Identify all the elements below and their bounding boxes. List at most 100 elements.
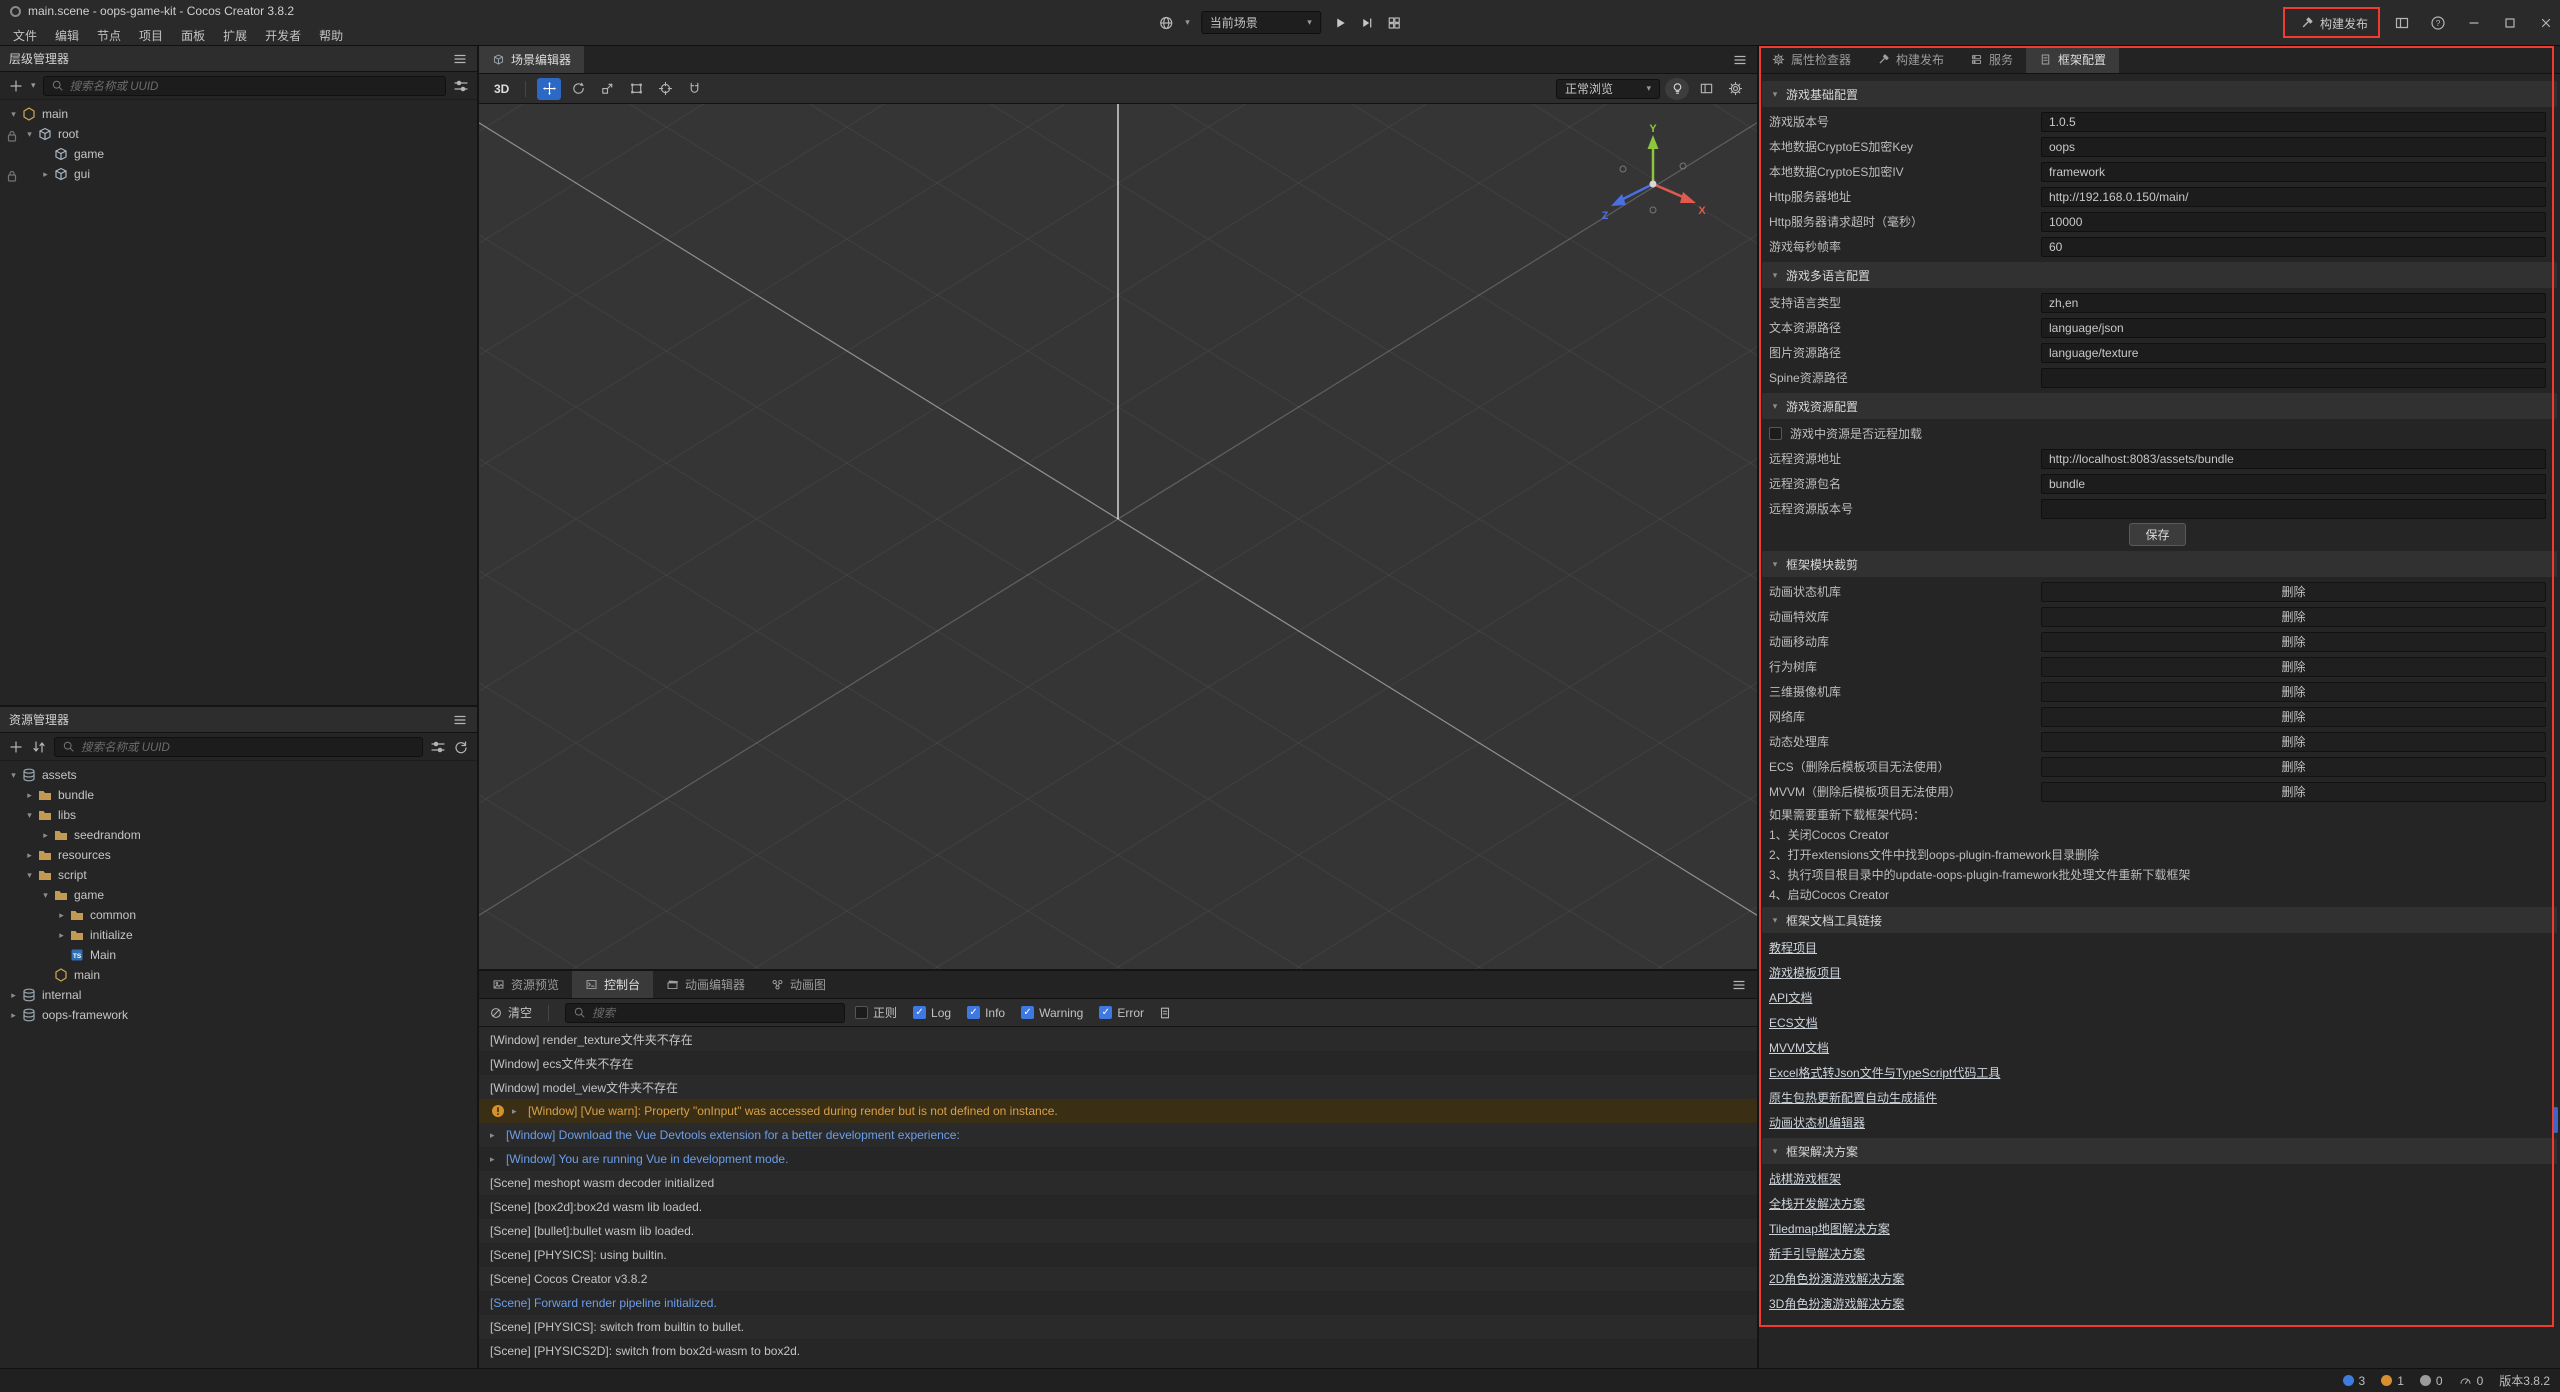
expand-arrow[interactable]: ▸ — [22, 850, 37, 861]
log-row-5[interactable]: ▸[Window] You are running Vue in develop… — [479, 1147, 1757, 1171]
expand-arrow[interactable]: ▸ — [512, 1106, 522, 1117]
log-row-13[interactable]: [Scene] [PHYSICS2D]: switch from box2d-w… — [479, 1339, 1757, 1363]
preview-target-caret[interactable]: ▾ — [1185, 17, 1190, 28]
delete-button[interactable]: 删除 — [2041, 707, 2546, 727]
section-框架模块裁剪[interactable]: ▾框架模块裁剪 — [1762, 551, 2557, 577]
collapse-arrow[interactable]: ▾ — [1770, 559, 1780, 570]
field-input[interactable]: 60 — [2041, 237, 2546, 257]
section-游戏基础配置[interactable]: ▾游戏基础配置 — [1762, 81, 2557, 107]
asset-item-assets[interactable]: ▾assets — [0, 765, 477, 785]
asset-item-oops-framework[interactable]: ▸oops-framework — [0, 1005, 477, 1025]
lighting-toggle[interactable] — [1665, 78, 1689, 100]
minimize-button[interactable] — [2466, 15, 2482, 31]
preview-target-icon[interactable] — [1158, 15, 1174, 31]
snap-tool-icon[interactable] — [682, 78, 706, 100]
delete-button[interactable]: 删除 — [2041, 757, 2546, 777]
asset-item-Main[interactable]: TSMain — [0, 945, 477, 965]
log-row-8[interactable]: [Scene] [bullet]:bullet wasm lib loaded. — [479, 1219, 1757, 1243]
sort-assets-icon[interactable] — [31, 739, 47, 755]
link-教程项目[interactable]: 教程项目 — [1759, 935, 2560, 960]
link-原生包热更新配置自动生成插件[interactable]: 原生包热更新配置自动生成插件 — [1759, 1085, 2560, 1110]
asset-item-common[interactable]: ▸common — [0, 905, 477, 925]
export-log-icon[interactable] — [1158, 1006, 1172, 1020]
hierarchy-search-input[interactable]: 搜索名称或 UUID — [43, 76, 446, 96]
expand-arrow[interactable]: ▸ — [6, 990, 21, 1001]
delete-button[interactable]: 删除 — [2041, 657, 2546, 677]
field-input[interactable] — [2041, 368, 2546, 388]
move-tool-icon[interactable] — [537, 78, 561, 100]
tab-动画编辑器[interactable]: 动画编辑器 — [653, 971, 758, 998]
scene-panel-menu-icon[interactable] — [1732, 52, 1748, 68]
delete-button[interactable]: 删除 — [2041, 582, 2546, 602]
field-input[interactable]: oops — [2041, 137, 2546, 157]
layout-panel-icon[interactable] — [2394, 15, 2410, 31]
filter-Info[interactable]: Info — [967, 1006, 1005, 1020]
step-button[interactable] — [1359, 15, 1375, 31]
expand-arrow[interactable]: ▾ — [6, 770, 21, 781]
hierarchy-item-main[interactable]: ▾main — [0, 104, 477, 124]
link-ECS文档[interactable]: ECS文档 — [1759, 1010, 2560, 1035]
asset-item-main[interactable]: main — [0, 965, 477, 985]
create-node-caret[interactable]: ▾ — [31, 80, 36, 91]
play-button[interactable] — [1332, 15, 1348, 31]
log-row-6[interactable]: [Scene] meshopt wasm decoder initialized — [479, 1171, 1757, 1195]
section-游戏多语言配置[interactable]: ▾游戏多语言配置 — [1762, 262, 2557, 288]
collapse-arrow[interactable]: ▾ — [1770, 401, 1780, 412]
asset-item-resources[interactable]: ▸resources — [0, 845, 477, 865]
expand-arrow[interactable]: ▾ — [22, 870, 37, 881]
checkbox[interactable] — [1769, 427, 1782, 440]
log-row-0[interactable]: [Window] render_texture文件夹不存在 — [479, 1027, 1757, 1051]
hierarchy-item-gui[interactable]: ▸gui — [0, 164, 477, 184]
collapse-arrow[interactable]: ▾ — [1770, 270, 1780, 281]
scene-settings-icon[interactable] — [1723, 78, 1747, 100]
field-input[interactable]: language/json — [2041, 318, 2546, 338]
link-MVVM文档[interactable]: MVVM文档 — [1759, 1035, 2560, 1060]
asset-item-seedrandom[interactable]: ▸seedrandom — [0, 825, 477, 845]
orientation-gizmo[interactable]: Y X Z — [1593, 122, 1713, 242]
link-Tiledmap地图解决方案[interactable]: Tiledmap地图解决方案 — [1759, 1216, 2560, 1241]
tab-构建发布[interactable]: 构建发布 — [1864, 46, 1957, 73]
asset-item-internal[interactable]: ▸internal — [0, 985, 477, 1005]
console-panel-menu-icon[interactable] — [1731, 977, 1747, 993]
field-input[interactable] — [2041, 499, 2546, 519]
menu-item-0[interactable]: 文件 — [4, 24, 46, 47]
build-publish-button[interactable]: 构建发布 — [2294, 12, 2374, 35]
tab-动画图[interactable]: 动画图 — [758, 971, 839, 998]
assets-filter-icon[interactable] — [430, 739, 446, 755]
menu-item-5[interactable]: 扩展 — [214, 24, 256, 47]
link-游戏模板项目[interactable]: 游戏模板项目 — [1759, 960, 2560, 985]
log-row-2[interactable]: [Window] model_view文件夹不存在 — [479, 1075, 1757, 1099]
expand-arrow[interactable]: ▾ — [38, 890, 53, 901]
link-2D角色扮演游戏解决方案[interactable]: 2D角色扮演游戏解决方案 — [1759, 1266, 2560, 1291]
asset-item-libs[interactable]: ▾libs — [0, 805, 477, 825]
link-战棋游戏框架[interactable]: 战棋游戏框架 — [1759, 1166, 2560, 1191]
create-node-button[interactable] — [8, 78, 24, 94]
log-row-11[interactable]: [Scene] Forward render pipeline initiali… — [479, 1291, 1757, 1315]
asset-item-bundle[interactable]: ▸bundle — [0, 785, 477, 805]
expand-arrow[interactable]: ▾ — [22, 810, 37, 821]
tab-属性检查器[interactable]: 属性检查器 — [1759, 46, 1864, 73]
check-游戏中资源是否远程加载[interactable]: 游戏中资源是否远程加载 — [1759, 421, 2560, 446]
inspector-scrollbar[interactable] — [2553, 1107, 2558, 1133]
scene-viewport[interactable]: Y X Z — [479, 104, 1757, 969]
hierarchy-filter-icon[interactable] — [453, 78, 469, 94]
tab-服务[interactable]: 服务 — [1957, 46, 2026, 73]
menu-item-7[interactable]: 帮助 — [310, 24, 352, 47]
delete-button[interactable]: 删除 — [2041, 607, 2546, 627]
collapse-arrow[interactable]: ▾ — [1770, 89, 1780, 100]
close-button[interactable] — [2538, 15, 2554, 31]
log-row-10[interactable]: [Scene] Cocos Creator v3.8.2 — [479, 1267, 1757, 1291]
scene-select[interactable]: 当前场景 ▾ — [1201, 11, 1321, 34]
checkbox[interactable] — [913, 1006, 926, 1019]
delete-button[interactable]: 删除 — [2041, 732, 2546, 752]
console-log-list[interactable]: [Window] render_texture文件夹不存在[Window] ec… — [479, 1027, 1757, 1368]
help-icon[interactable]: ? — [2430, 15, 2446, 31]
refresh-assets-icon[interactable] — [453, 739, 469, 755]
tab-框架配置[interactable]: 框架配置 — [2026, 46, 2119, 73]
log-row-4[interactable]: ▸[Window] Download the Vue Devtools exte… — [479, 1123, 1757, 1147]
field-input[interactable]: 10000 — [2041, 212, 2546, 232]
menu-item-6[interactable]: 开发者 — [256, 24, 310, 47]
link-全栈开发解决方案[interactable]: 全栈开发解决方案 — [1759, 1191, 2560, 1216]
delete-button[interactable]: 删除 — [2041, 632, 2546, 652]
asset-item-initialize[interactable]: ▸initialize — [0, 925, 477, 945]
